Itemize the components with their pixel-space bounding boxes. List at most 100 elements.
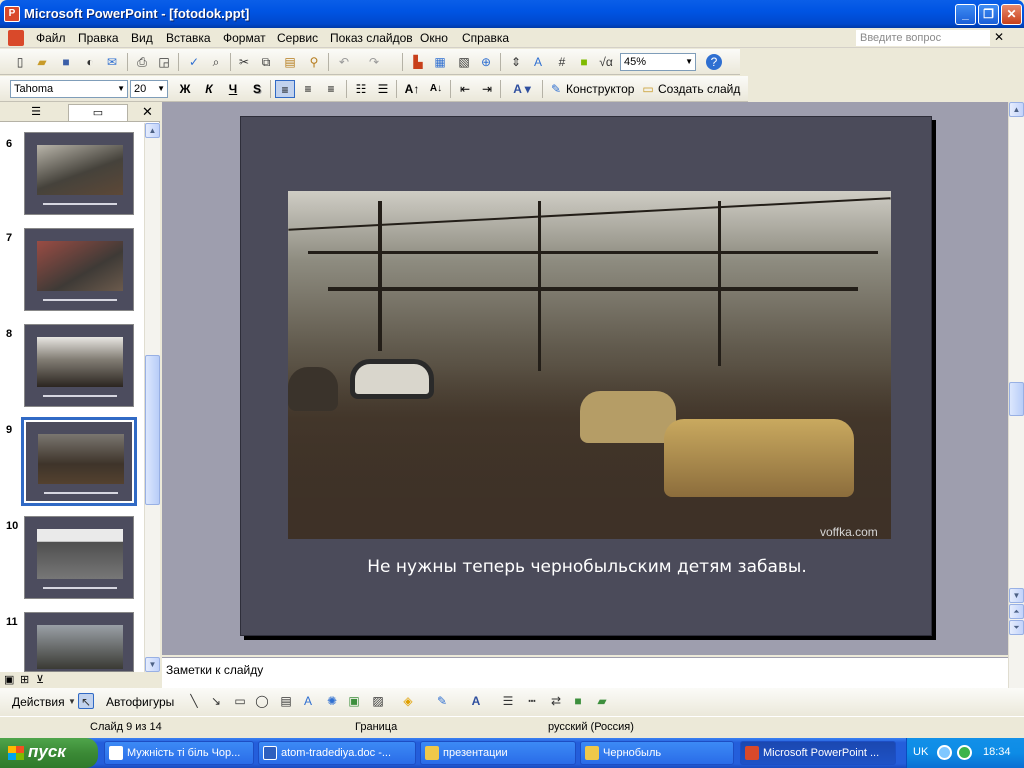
menu-format[interactable]: Формат [223,31,266,45]
copy-icon[interactable]: ⧉ [258,54,274,70]
research-icon[interactable]: ⌕ [208,54,224,70]
task-button[interactable]: Чернобыль [580,741,734,765]
main-scrollbar[interactable]: ▲ ▼ ⏶ ⏷ [1008,102,1024,688]
permission-icon[interactable]: ◐ [82,54,98,70]
increase-indent-icon[interactable]: ⇥ [478,80,496,98]
underline-button[interactable]: Ч [224,80,242,98]
align-right-button[interactable]: ≡ [322,80,340,98]
open-icon[interactable]: ▰ [34,54,50,70]
font-select[interactable]: Tahoma ▼ [10,80,128,98]
help-search-input[interactable]: Введите вопрос [856,30,990,46]
help-icon[interactable]: ? [706,54,722,70]
email-icon[interactable]: ✉ [104,54,120,70]
close-button[interactable]: ✕ [1001,4,1022,25]
align-center-button[interactable]: ≡ [299,80,317,98]
font-color-icon[interactable]: A ▾ [508,80,536,98]
autoshapes-button[interactable]: Автофигуры [106,695,174,709]
slide-thumbnail-7[interactable] [24,228,134,311]
decrease-font-icon[interactable]: A↓ [426,80,446,98]
save-icon[interactable]: ■ [58,54,74,70]
design-button[interactable]: Конструктор [566,82,634,96]
notes-pane[interactable]: Заметки к слайду [162,657,1008,688]
menu-file[interactable]: Файл [36,31,66,45]
tab-slides[interactable]: ▭ [68,104,128,121]
network-icon[interactable] [937,745,952,760]
slides-scrollbar[interactable]: ▲ ▼ [144,123,160,672]
panel-close-icon[interactable]: ✕ [142,104,153,120]
italic-button[interactable]: К [200,80,218,98]
actions-button[interactable]: Действия [12,695,65,709]
restore-button[interactable]: ❐ [978,4,999,25]
grid-icon[interactable]: # [554,54,570,70]
task-button[interactable]: atom-tradediya.doc -... [258,741,416,765]
slide-caption[interactable]: Не нужны теперь чернобыльским детям заба… [241,557,933,577]
arrow-style-icon[interactable]: ⇄ [548,693,564,709]
line-style-icon[interactable]: ☰ [500,693,516,709]
menu-window[interactable]: Окно [420,31,448,45]
document-icon[interactable] [8,30,24,46]
scroll-down-icon[interactable]: ▼ [145,657,160,672]
slide-thumbnail-10[interactable] [24,516,134,599]
expand-icon[interactable]: ⇕ [508,54,524,70]
previous-slide-icon[interactable]: ⏶ [1009,604,1024,619]
print-preview-icon[interactable]: ◲ [156,54,172,70]
task-button[interactable]: Мужність ті біль Чор... [104,741,254,765]
cut-icon[interactable]: ✂ [236,54,252,70]
decrease-indent-icon[interactable]: ⇤ [456,80,474,98]
sorter-view-icon[interactable]: ⊞ [20,673,29,686]
3d-style-icon[interactable]: ▰ [594,693,610,709]
shadow-style-icon[interactable]: ■ [570,693,586,709]
picture-icon[interactable]: ▨ [370,693,386,709]
increase-font-icon[interactable]: A↑ [402,80,422,98]
scroll-up-icon[interactable]: ▲ [145,123,160,138]
bullets-icon[interactable]: ☰ [374,80,392,98]
new-icon[interactable]: ▯ [12,54,28,70]
font-color-icon[interactable]: A [468,693,484,709]
undo-icon[interactable]: ↶ [336,54,352,70]
powerpoint-app-icon[interactable]: P [4,6,20,22]
paste-icon[interactable]: ▤ [282,54,298,70]
font-size-select[interactable]: 20 ▼ [130,80,168,98]
new-slide-button[interactable]: Создать слайд [658,82,740,96]
task-button-active[interactable]: Microsoft PowerPoint ... [740,741,896,765]
scroll-down-icon[interactable]: ▼ [1009,588,1024,603]
start-button[interactable]: пуск [0,738,98,768]
wordart-icon[interactable]: A [300,693,316,709]
oval-icon[interactable]: ◯ [254,693,270,709]
current-slide[interactable]: voffka.com Не нужны теперь чернобыльским… [240,116,932,636]
color-grayscale-icon[interactable]: ■ [576,54,592,70]
minimize-button[interactable]: _ [955,4,976,25]
align-left-button[interactable]: ≡ [275,80,295,98]
redo-icon[interactable]: ↷ [366,54,382,70]
scroll-thumb[interactable] [145,355,160,505]
formula-icon[interactable]: √α [598,54,614,70]
slide-photo[interactable]: voffka.com [288,191,891,539]
scroll-thumb[interactable] [1009,382,1024,416]
line-icon[interactable]: ╲ [186,693,202,709]
bold-button[interactable]: Ж [176,80,194,98]
menu-slideshow[interactable]: Показ слайдов [330,31,413,45]
slide-thumbnail-8[interactable] [24,324,134,407]
slide-thumbnail-6[interactable] [24,132,134,215]
diagram-icon[interactable]: ✺ [324,693,340,709]
print-icon[interactable]: ⎙ [134,54,150,70]
textbox-icon[interactable]: ▤ [278,693,294,709]
line-color-icon[interactable]: ✎ [434,693,450,709]
shadow-button[interactable]: S [248,80,266,98]
security-icon[interactable] [957,745,972,760]
arrow-icon[interactable]: ↘ [208,693,224,709]
slide-thumbnail-9[interactable] [21,417,137,506]
tables-borders-icon[interactable]: ▧ [456,54,472,70]
scroll-up-icon[interactable]: ▲ [1009,102,1024,117]
select-pointer-icon[interactable]: ↖ [78,693,94,709]
menu-edit[interactable]: Правка [78,31,119,45]
zoom-select[interactable]: 45% ▼ [620,53,696,71]
menu-insert[interactable]: Вставка [166,31,211,45]
slideshow-view-icon[interactable]: ⊻ [36,673,44,686]
document-close-icon[interactable]: ✕ [994,30,1004,44]
clipart-icon[interactable]: ▣ [346,693,362,709]
menu-help[interactable]: Справка [462,31,509,45]
language-indicator[interactable]: UK [913,746,928,758]
chart-icon[interactable]: ▙ [410,54,426,70]
menu-tools[interactable]: Сервис [277,31,318,45]
